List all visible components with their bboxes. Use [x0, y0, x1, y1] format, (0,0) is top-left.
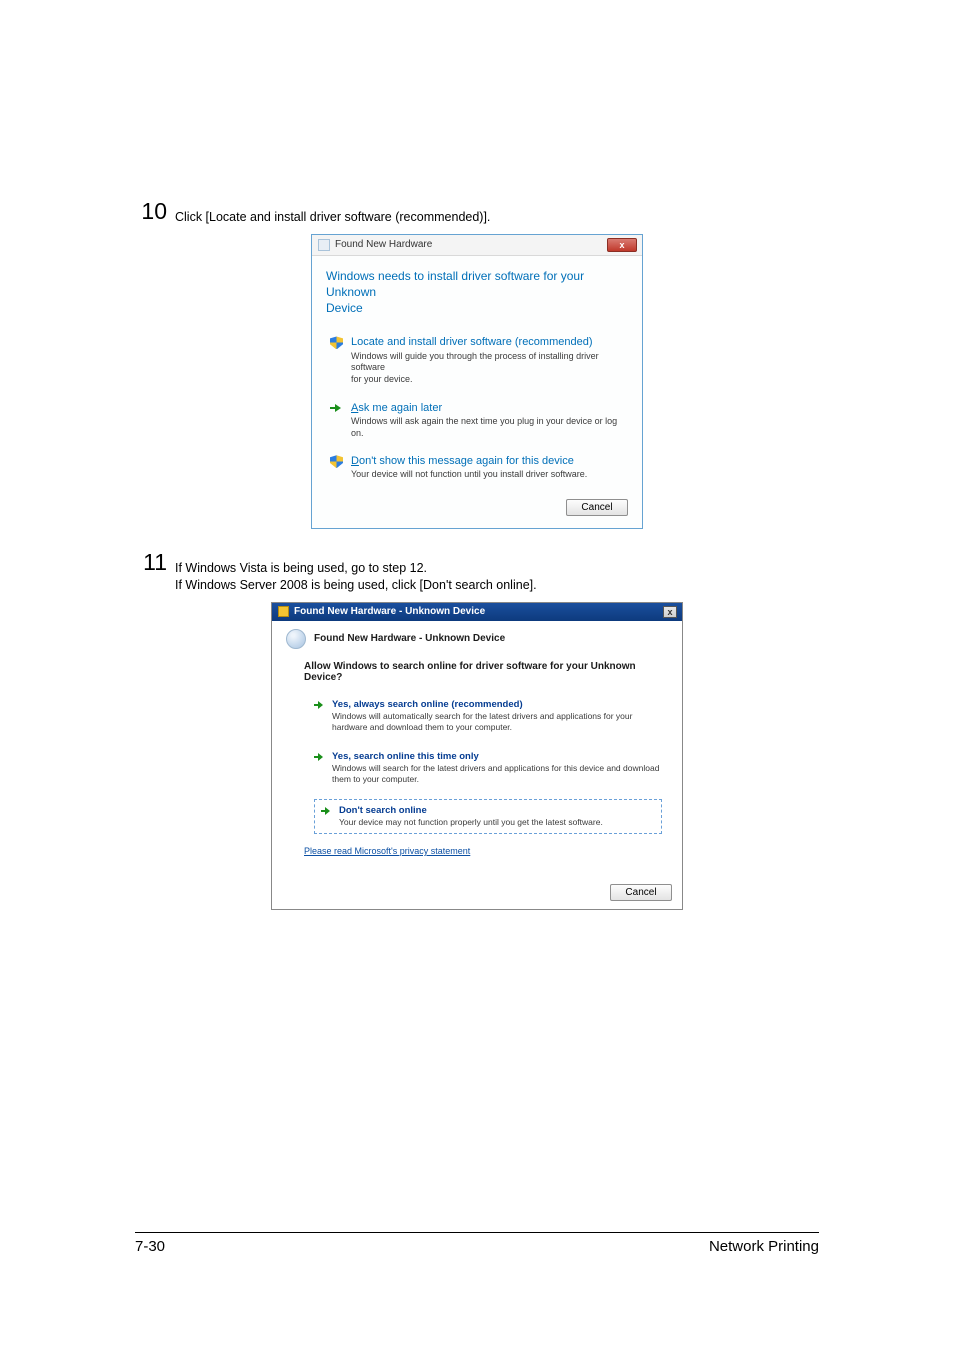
option-always-title: Yes, always search online (recommended) — [332, 699, 662, 710]
option-once-desc: Windows will search for the latest drive… — [332, 763, 662, 785]
back-arrow-icon[interactable] — [286, 629, 306, 649]
step-11: 11 If Windows Vista is being used, go to… — [135, 551, 819, 594]
close-icon: x — [619, 240, 624, 250]
cancel-button[interactable]: Cancel — [610, 884, 672, 901]
close-button[interactable]: x — [607, 238, 637, 252]
dialog-heading: Windows needs to install driver software… — [326, 268, 628, 317]
option-ask-title: Ask me again later — [351, 402, 624, 415]
option-locate-title: Locate and install driver software (reco… — [351, 336, 624, 349]
dialog-title: Found New Hardware — [335, 239, 432, 250]
option-dont-search[interactable]: Don't search online Your device may not … — [314, 799, 662, 834]
dialog-subheader: Found New Hardware - Unknown Device — [286, 629, 668, 655]
option-ask-desc: Windows will ask again the next time you… — [351, 416, 624, 439]
arrow-icon — [314, 700, 325, 711]
page-number: 7-30 — [135, 1238, 165, 1255]
dialog-titlebar: Found New Hardware x — [312, 235, 642, 256]
option-once-title: Yes, search online this time only — [332, 751, 662, 762]
option-dont-show[interactable]: Don't show this message again for this d… — [326, 449, 628, 491]
option-locate-desc: Windows will guide you through the proce… — [351, 351, 624, 386]
privacy-statement-link[interactable]: Please read Microsoft's privacy statemen… — [286, 840, 668, 866]
shield-icon — [330, 455, 343, 468]
close-icon: x — [667, 607, 672, 617]
step-10-text: Click [Locate and install driver softwar… — [175, 200, 490, 226]
dialog-question: Allow Windows to search online for drive… — [286, 655, 668, 693]
shield-icon — [330, 336, 343, 349]
option-dont-show-desc: Your device will not function until you … — [351, 469, 624, 481]
arrow-icon — [314, 752, 325, 763]
arrow-icon — [321, 806, 332, 817]
option-ask-later[interactable]: Ask me again later Windows will ask agai… — [326, 396, 628, 450]
hardware-icon — [318, 239, 330, 251]
option-dont-show-title: Don't show this message again for this d… — [351, 455, 624, 468]
option-dont-search-title: Don't search online — [339, 805, 603, 816]
option-search-once[interactable]: Yes, search online this time only Window… — [314, 745, 662, 797]
hardware-icon — [278, 606, 289, 617]
step-10: 10 Click [Locate and install driver soft… — [135, 200, 819, 226]
step-11-text: If Windows Vista is being used, go to st… — [175, 551, 537, 594]
arrow-icon — [330, 402, 343, 415]
step-number-11: 11 — [135, 551, 167, 574]
option-always-desc: Windows will automatically search for th… — [332, 711, 662, 733]
dialog-titlebar: Found New Hardware - Unknown Device x — [272, 603, 682, 621]
option-dont-search-desc: Your device may not function properly un… — [339, 817, 603, 828]
cancel-button[interactable]: Cancel — [566, 499, 628, 516]
close-button[interactable]: x — [663, 606, 677, 618]
section-title: Network Printing — [709, 1238, 819, 1255]
found-new-hardware-dialog: Found New Hardware x Windows needs to in… — [311, 234, 643, 529]
dialog-title: Found New Hardware - Unknown Device — [294, 606, 485, 617]
step-number-10: 10 — [135, 200, 167, 223]
found-new-hardware-unknown-dialog: Found New Hardware - Unknown Device x Fo… — [271, 602, 683, 910]
option-always-search[interactable]: Yes, always search online (recommended) … — [314, 693, 662, 745]
page-footer: 7-30 Network Printing — [135, 1232, 819, 1255]
option-locate-install[interactable]: Locate and install driver software (reco… — [326, 330, 628, 395]
